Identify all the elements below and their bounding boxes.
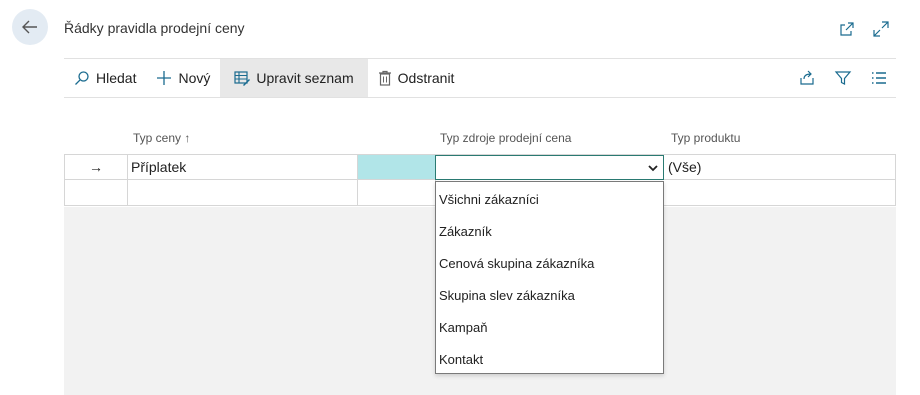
- cell-spacer: [358, 180, 436, 205]
- row-indicator-arrow-icon: →: [65, 155, 128, 179]
- page-title: Řádky pravidla prodejní ceny: [64, 20, 245, 36]
- edit-list-label: Upravit seznam: [256, 70, 354, 86]
- trash-icon: [378, 70, 391, 86]
- row-indicator: [65, 180, 128, 205]
- column-header-product-type[interactable]: Typ produktu: [671, 131, 740, 145]
- cell-highlight: [358, 155, 436, 179]
- action-toolbar: Hledat Nový Upravit seznam Odstranit: [64, 58, 896, 98]
- back-button[interactable]: [12, 9, 48, 45]
- cell-product-type[interactable]: (Vše): [665, 155, 701, 179]
- cell-price-type[interactable]: [128, 180, 358, 205]
- dropdown-option-all-customers[interactable]: Všichni zákazníci: [436, 183, 663, 215]
- dropdown-option-customer-discount-group[interactable]: Skupina slev zákazníka: [436, 279, 663, 311]
- delete-label: Odstranit: [397, 70, 455, 86]
- edit-list-button[interactable]: Upravit seznam: [220, 59, 368, 97]
- search-label: Hledat: [96, 70, 137, 86]
- window-actions: [838, 20, 890, 38]
- edit-list-icon: [234, 71, 251, 86]
- filter-icon[interactable]: [834, 69, 852, 87]
- cell-price-type[interactable]: Příplatek: [128, 155, 358, 179]
- share-icon[interactable]: [798, 69, 816, 87]
- expand-icon[interactable]: [872, 20, 890, 38]
- delete-button[interactable]: Odstranit: [368, 59, 465, 97]
- dropdown-option-campaign[interactable]: Kampaň: [436, 311, 663, 343]
- column-header-source-type[interactable]: Typ zdroje prodejní cena: [440, 131, 571, 145]
- source-type-dropdown: Všichni zákazníci Zákazník Cenová skupin…: [435, 181, 664, 374]
- open-in-new-window-icon[interactable]: [838, 20, 856, 38]
- column-header-price-type-label: Typ ceny: [133, 131, 182, 145]
- search-icon: [75, 71, 89, 85]
- dropdown-option-contact[interactable]: Kontakt: [436, 343, 663, 375]
- new-button[interactable]: Nový: [146, 59, 220, 97]
- plus-icon: [157, 71, 172, 85]
- source-type-select[interactable]: [435, 155, 664, 180]
- column-header-price-type[interactable]: Typ ceny ↑: [133, 131, 190, 145]
- dropdown-option-customer-price-group[interactable]: Cenová skupina zákazníka: [436, 247, 663, 279]
- list-view-icon[interactable]: [870, 69, 888, 87]
- dropdown-option-customer[interactable]: Zákazník: [436, 215, 663, 247]
- search-button[interactable]: Hledat: [64, 59, 146, 97]
- new-label: Nový: [178, 70, 211, 86]
- arrow-left-icon: [22, 20, 37, 34]
- cell-product-type[interactable]: [665, 180, 668, 205]
- chevron-down-icon: [648, 164, 658, 171]
- sort-ascending-icon: ↑: [184, 131, 191, 145]
